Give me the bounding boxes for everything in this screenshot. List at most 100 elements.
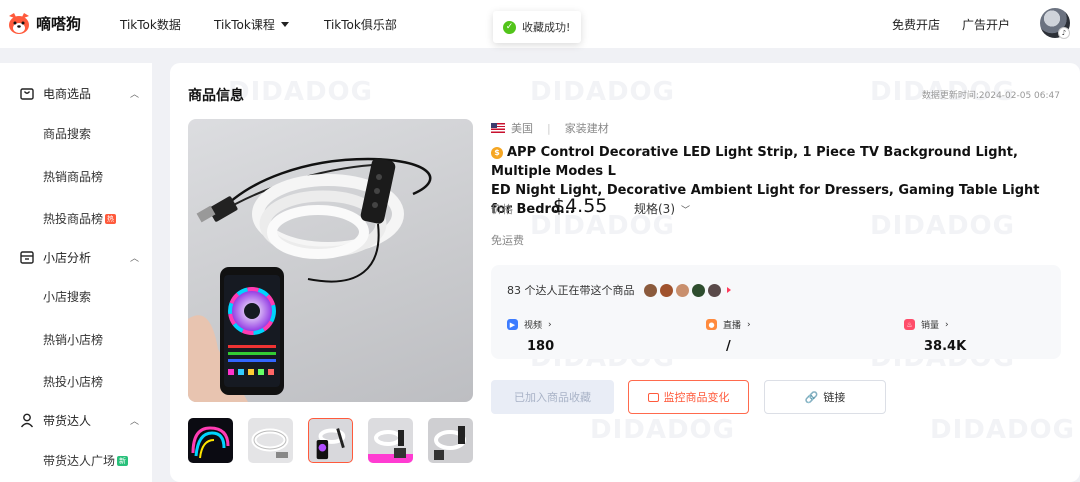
sidebar-group-shop-analysis[interactable]: 小店分析 ︿ <box>0 242 152 272</box>
price-label: 价格 <box>491 203 513 216</box>
brand-logo[interactable]: 嘀嗒狗 <box>6 10 81 36</box>
influencer-avatar <box>675 283 689 297</box>
sidebar-group-ecommerce[interactable]: 电商选品 ︿ <box>0 78 152 108</box>
us-flag-icon <box>491 123 505 133</box>
divider: | <box>547 121 551 135</box>
thumbnail-image <box>191 426 230 459</box>
check-circle-icon: ✓ <box>503 20 516 34</box>
sidebar-group-label: 带货达人 <box>43 413 92 428</box>
watermark: DIDADOG <box>530 77 675 107</box>
influencer-avatar <box>659 283 673 297</box>
category-label: 家装建材 <box>564 122 609 135</box>
nav-tiktok-data[interactable]: TikTok数据 <box>120 16 181 33</box>
sidebar: 电商选品 ︿ 商品搜索 热销商品榜 热投商品榜热 小店分析 ︿ 小店搜索 热销小… <box>0 63 152 482</box>
sidebar-group-influencers[interactable]: 带货达人 ︿ <box>0 405 152 435</box>
sidebar-item-label: 带货达人广场 <box>43 454 116 468</box>
product-thumbnail[interactable] <box>368 418 413 463</box>
product-info-card: DIDADOG DIDADOG DIDADOG DIDADOG DIDADOG … <box>170 63 1080 482</box>
sidebar-group-label: 小店分析 <box>43 250 92 265</box>
sidebar-item-product-search[interactable]: 商品搜索 <box>43 125 91 142</box>
product-meta: 美国 | 家装建材 <box>491 120 609 136</box>
stat-live[interactable]: ● 直播 › / <box>706 318 751 354</box>
product-thumbnail[interactable] <box>248 418 293 463</box>
sidebar-item-label: 热投商品榜 <box>43 212 104 226</box>
monitor-button[interactable]: 监控商品变化 <box>628 380 749 414</box>
link-button-label: 链接 <box>823 391 846 404</box>
stat-label: 销量 <box>921 321 940 331</box>
play-arrow-icon <box>726 287 731 293</box>
country-label: 美国 <box>511 122 533 135</box>
product-main-image[interactable] <box>188 119 473 402</box>
product-thumbnail[interactable] <box>188 418 233 463</box>
stat-sales[interactable]: ♨ 销量 › 38.4K <box>904 318 966 354</box>
stat-label: 直播 <box>723 321 742 331</box>
spec-dropdown[interactable]: 规格(3) ﹀ <box>634 200 690 217</box>
live-icon: ● <box>706 319 717 330</box>
person-icon <box>20 413 34 428</box>
watermark: DIDADOG <box>590 415 735 445</box>
product-thumbnail-selected[interactable] <box>308 418 353 463</box>
caret-down-icon <box>280 22 289 27</box>
nav-tiktok-club[interactable]: TikTok俱乐部 <box>324 16 397 33</box>
nav-free-store[interactable]: 免费开店 <box>892 16 940 33</box>
link-icon: 🔗 <box>804 390 819 404</box>
influencer-count-text: 83 个达人正在带这个商品 <box>507 284 635 297</box>
influencer-avatar <box>691 283 705 297</box>
stat-label: 视频 <box>524 321 543 331</box>
shopping-bag-icon <box>20 88 34 100</box>
thumbnail-image <box>368 430 413 463</box>
stat-value: 180 <box>527 339 555 354</box>
led-strip-illustration <box>188 157 432 402</box>
influencer-avatar <box>707 283 721 297</box>
influencer-avatar <box>643 283 657 297</box>
section-title: 商品信息 <box>188 88 244 104</box>
shipping-label: 免运费 <box>491 234 524 247</box>
monitor-button-label: 监控商品变化 <box>663 391 730 404</box>
sidebar-item-ad-products[interactable]: 热投商品榜热 <box>43 210 117 227</box>
stats-panel: 83 个达人正在带这个商品 ▶ 视频 › 180 ● 直播 › / ♨ 销量 › 38.4K <box>491 265 1061 359</box>
favorited-button-label: 已加入商品收藏 <box>514 391 591 404</box>
dollar-coin-icon: $ <box>491 147 503 159</box>
sidebar-item-shop-search[interactable]: 小店搜索 <box>43 288 91 305</box>
stat-value: 38.4K <box>924 339 967 354</box>
chevron-right-icon: › <box>548 319 552 330</box>
watermark: DIDADOG <box>930 415 1075 445</box>
store-icon <box>20 251 34 264</box>
sidebar-group-label: 电商选品 <box>43 86 92 101</box>
sidebar-item-hot-products[interactable]: 热销商品榜 <box>43 168 103 185</box>
chevron-up-icon: ︿ <box>130 416 140 427</box>
nav-tiktok-course[interactable]: TikTok课程 <box>214 16 289 33</box>
price-value: $4.55 <box>553 195 608 217</box>
chevron-right-icon: › <box>747 319 751 330</box>
influencer-row[interactable]: 83 个达人正在带这个商品 <box>507 282 731 298</box>
new-badge: 新 <box>117 456 129 466</box>
thumbnail-image <box>316 428 346 460</box>
nav-tiktok-course-label: TikTok课程 <box>214 18 275 32</box>
stat-value: / <box>726 339 731 354</box>
chevron-down-icon: ﹀ <box>681 206 691 216</box>
stat-videos[interactable]: ▶ 视频 › 180 <box>507 318 554 354</box>
thumbnail-image <box>251 428 289 458</box>
chevron-up-icon: ︿ <box>130 89 140 100</box>
product-thumbnail[interactable] <box>428 418 473 463</box>
sidebar-item-ad-shops[interactable]: 热投小店榜 <box>43 373 103 390</box>
product-title-line1: APP Control Decorative LED Light Strip, … <box>491 145 1018 179</box>
link-button[interactable]: 🔗 链接 <box>764 380 886 414</box>
watermark: DIDADOG <box>228 77 373 107</box>
nav-ad-account[interactable]: 广告开户 <box>962 16 1010 33</box>
sidebar-item-influencer-plaza[interactable]: 带货达人广场新 <box>43 452 129 469</box>
dog-logo-icon <box>9 13 29 34</box>
favorited-button[interactable]: 已加入商品收藏 <box>491 380 614 414</box>
thumbnail-image <box>434 426 466 460</box>
chevron-up-icon: ︿ <box>130 253 140 264</box>
sidebar-item-hot-shops[interactable]: 热销小店榜 <box>43 331 103 348</box>
fire-icon: ♨ <box>904 319 915 330</box>
success-toast: ✓ 收藏成功! <box>493 11 581 43</box>
monitor-icon <box>647 392 659 402</box>
brand-name: 嘀嗒狗 <box>36 14 82 33</box>
spec-label: 规格(3) <box>634 202 675 216</box>
chevron-right-icon: › <box>945 319 949 330</box>
tiktok-badge-icon: ♪ <box>1058 27 1070 39</box>
hot-badge: 热 <box>105 214 117 224</box>
update-timestamp: 数据更新时间:2024-02-05 06:47 <box>921 91 1060 101</box>
